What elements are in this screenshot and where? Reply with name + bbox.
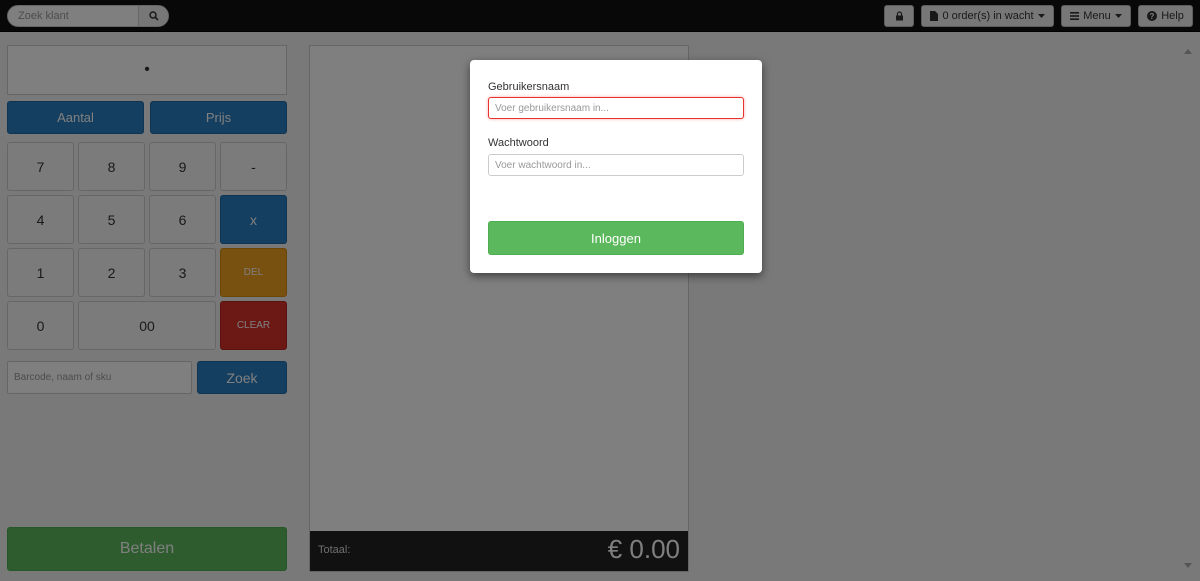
username-label: Gebruikersnaam [488, 81, 570, 93]
password-label: Wachtwoord [488, 137, 549, 149]
login-button[interactable]: Inloggen [488, 221, 744, 255]
login-dialog: Gebruikersnaam Wachtwoord Inloggen [470, 60, 762, 273]
username-input[interactable] [488, 97, 744, 119]
password-input[interactable] [488, 154, 744, 176]
